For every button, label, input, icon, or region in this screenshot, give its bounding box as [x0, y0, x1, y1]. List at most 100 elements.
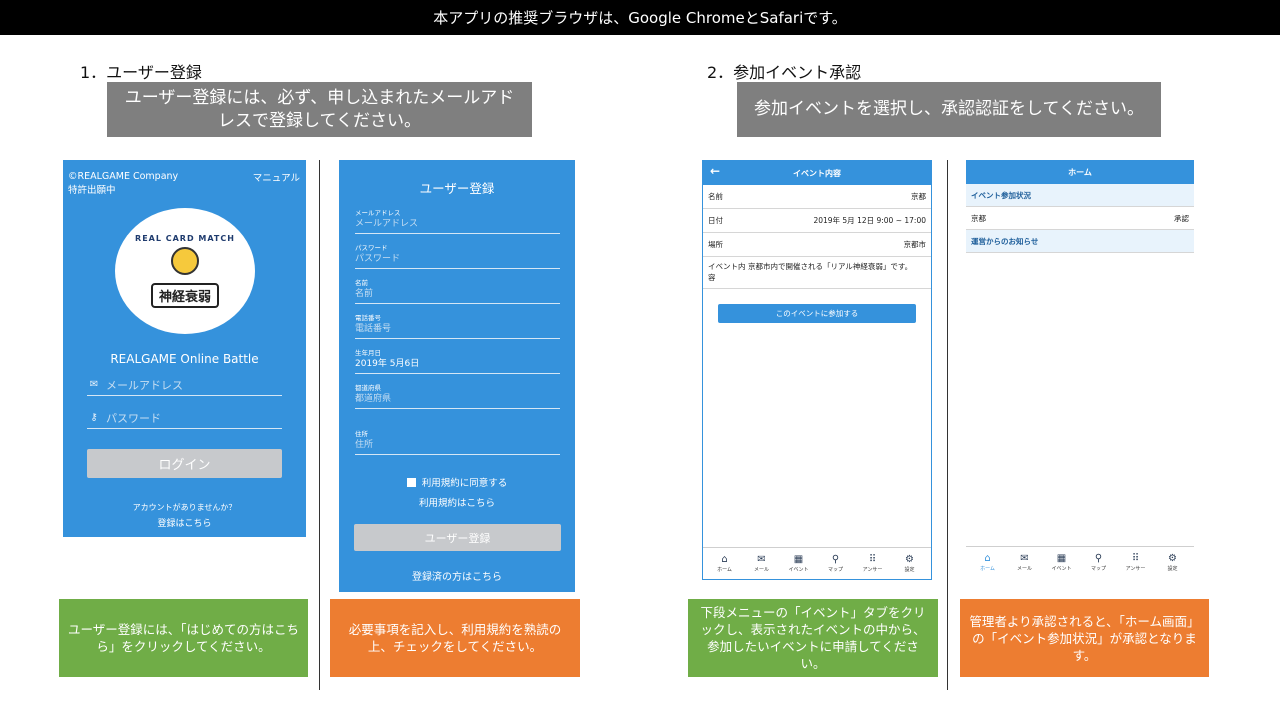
grid-icon: ⠿	[1131, 553, 1140, 564]
reg-field-label: メールアドレス	[355, 209, 401, 217]
home-screen: ホーム イベント参加状況 京都 承認 運営からのお知らせ ⌂ ホーム ✉ メール ▦…	[966, 160, 1194, 580]
gear-icon: ⚙	[1168, 553, 1177, 564]
join-event-button[interactable]: このイベントに参加する	[718, 304, 916, 323]
row-value: 京都市	[903, 240, 927, 249]
tab-label: イベント	[788, 567, 809, 573]
grid-icon: ⠿	[868, 554, 877, 565]
email-input[interactable]: ✉ メールアドレス	[87, 374, 282, 396]
reg-field-label: 住所	[355, 430, 368, 438]
agree-checkbox[interactable]: 利用規約に同意する	[339, 475, 575, 489]
tab-label: ホーム	[980, 566, 995, 572]
tab-map[interactable]: ⚲ マップ	[1084, 553, 1114, 572]
tab-answer[interactable]: ⠿ アンサー	[1121, 553, 1151, 572]
reg-field-value: メールアドレス	[355, 219, 419, 229]
patent-text: 特許出願中	[68, 185, 116, 196]
tab-event[interactable]: ▦ イベント	[784, 554, 814, 573]
password-input[interactable]: ⚷ パスワード	[87, 407, 282, 429]
reg-field-label: パスワード	[355, 244, 388, 252]
login-button[interactable]: ログイン	[87, 449, 282, 478]
home-icon: ⌂	[984, 553, 991, 564]
reg-password-field[interactable]: パスワード パスワード	[355, 244, 560, 269]
event-header: イベント内容	[703, 161, 931, 185]
mail-icon: ✉	[1020, 553, 1029, 564]
status-event-name: 京都	[971, 213, 986, 223]
calendar-icon: ▦	[793, 554, 804, 565]
notice-section-title: 運営からのお知らせ	[966, 230, 1194, 253]
reg-phone-field[interactable]: 電話番号 電話番号	[355, 314, 560, 339]
reg-birthdate-field[interactable]: 生年月日 2019年 5月6日	[355, 349, 560, 374]
register-screen: ユーザー登録 メールアドレス メールアドレス パスワード パスワード 名前 名前…	[339, 160, 575, 592]
section2-title: 2．参加イベント承認	[707, 63, 862, 82]
home-tabbar: ⌂ ホーム ✉ メール ▦ イベント ⚲ マップ ⠿ アンサー ⚙ 設定	[966, 546, 1194, 578]
row-value: 京都	[911, 192, 926, 201]
app-logo: REAL CARD MATCH 神経衰弱	[115, 208, 255, 334]
event-screen: イベント内容 ← 名前 京都 日付 2019年 5月 12日 9:00 ~ 17…	[702, 160, 932, 580]
tab-mail[interactable]: ✉ メール	[1010, 553, 1040, 572]
tab-label: メール	[1016, 566, 1032, 572]
tab-settings[interactable]: ⚙ 設定	[1158, 553, 1188, 572]
tab-home[interactable]: ⌂ ホーム	[973, 553, 1003, 572]
login-screen: ©REALGAME Company 特許出願中 マニュアル REAL CARD …	[63, 160, 306, 537]
tab-label: アンサー	[1125, 566, 1146, 572]
tab-home[interactable]: ⌂ ホーム	[710, 554, 740, 573]
map-pin-icon: ⚲	[1094, 553, 1103, 564]
gear-icon: ⚙	[905, 554, 914, 565]
reg-field-value: 2019年 5月6日	[355, 359, 420, 369]
tab-settings[interactable]: ⚙ 設定	[895, 554, 925, 573]
logo-arc-text: REAL CARD MATCH	[135, 234, 235, 243]
tab-answer[interactable]: ⠿ アンサー	[858, 554, 888, 573]
calendar-icon: ▦	[1056, 553, 1067, 564]
tab-event[interactable]: ▦ イベント	[1047, 553, 1077, 572]
mail-icon: ✉	[89, 379, 99, 390]
reg-field-label: 生年月日	[355, 349, 381, 357]
logo-main-text: 神経衰弱	[150, 283, 219, 308]
mail-icon: ✉	[757, 554, 766, 565]
reg-field-value: 名前	[355, 289, 374, 299]
caption-home: 管理者より承認されると、「ホーム画面」の「イベント参加状況」が承認となります。	[960, 599, 1209, 677]
tab-label: メール	[753, 567, 769, 573]
no-account-text: アカウントがありませんか？	[132, 503, 237, 512]
row-label: 場所	[708, 240, 723, 249]
reg-email-field[interactable]: メールアドレス メールアドレス	[355, 209, 560, 234]
caption-login: ユーザー登録には、「はじめての方はこちら」をクリックしてください。	[59, 599, 308, 677]
checkbox-icon[interactable]	[406, 477, 416, 487]
row-label: 名前	[708, 192, 723, 201]
password-placeholder: パスワード	[106, 411, 161, 425]
tab-map[interactable]: ⚲ マップ	[821, 554, 851, 573]
registered-link[interactable]: 登録済の方はこちら	[339, 568, 575, 583]
event-header-title: イベント内容	[793, 168, 841, 178]
tab-label: マップ	[827, 567, 843, 573]
status-row[interactable]: 京都 承認	[966, 207, 1194, 230]
event-row-date: 日付 2019年 5月 12日 9:00 ~ 17:00	[703, 209, 931, 233]
register-link[interactable]: 登録はこちら	[63, 516, 306, 529]
tab-mail[interactable]: ✉ メール	[747, 554, 777, 573]
email-placeholder: メールアドレス	[106, 378, 183, 392]
reg-name-field[interactable]: 名前 名前	[355, 279, 560, 304]
register-button[interactable]: ユーザー登録	[354, 524, 561, 551]
reg-field-value: 都道府県	[355, 394, 392, 404]
manual-link[interactable]: マニュアル	[253, 170, 300, 184]
copyright-text: ©REALGAME Company	[68, 171, 179, 182]
divider-left	[319, 160, 320, 690]
reg-field-value: パスワード	[355, 254, 401, 264]
tab-label: 設定	[1167, 566, 1178, 572]
event-row-name: 名前 京都	[703, 185, 931, 209]
reg-address-field[interactable]: 住所 住所	[355, 430, 560, 455]
terms-link[interactable]: 利用規約はこちら	[339, 495, 575, 509]
back-arrow-icon[interactable]: ←	[710, 164, 720, 178]
login-copyright: ©REALGAME Company 特許出願中	[68, 170, 178, 198]
tab-label: ホーム	[717, 567, 732, 573]
reg-prefecture-field[interactable]: 都道府県 都道府県	[355, 384, 560, 409]
sun-icon	[171, 247, 199, 275]
row-label: 日付	[708, 216, 723, 225]
home-header: ホーム	[966, 160, 1194, 184]
section1-note: ユーザー登録には、必ず、申し込まれたメールアドレスで登録してください。	[107, 82, 532, 137]
home-icon: ⌂	[721, 554, 728, 565]
register-title: ユーザー登録	[419, 181, 495, 196]
status-badge: 承認	[1174, 213, 1189, 223]
tab-label: イベント	[1051, 566, 1072, 572]
top-banner: 本アプリの推奨ブラウザは、Google ChromeとSafariです。	[0, 0, 1280, 35]
app-name: REALGAME Online Battle	[110, 352, 259, 366]
row-label: イベント内容	[708, 262, 746, 282]
section2-note: 参加イベントを選択し、承認認証をしてください。	[737, 82, 1161, 137]
